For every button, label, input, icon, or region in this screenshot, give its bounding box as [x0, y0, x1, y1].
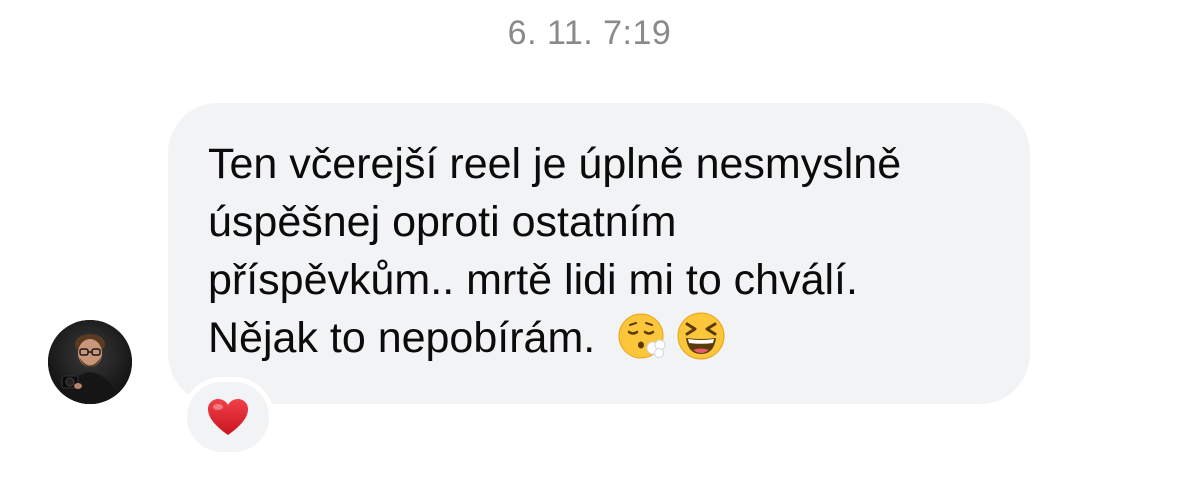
message-line-3: příspěvkům.. mrtě lidi mi to chválí.: [208, 256, 858, 304]
grinning-squinting-face-emoji: [675, 310, 727, 362]
red-heart-emoji-icon: [208, 399, 248, 435]
sender-avatar[interactable]: [48, 320, 132, 404]
message-line-2: úspěšnej oproti ostatním: [208, 198, 677, 246]
profile-photo-icon: [48, 320, 132, 404]
message-line-4-text: Nějak to nepobírám.: [208, 314, 596, 362]
message-bubble[interactable]: Ten včerejší reel je úplně nesmyslně úsp…: [168, 103, 1030, 404]
message-line-4: Nějak to nepobírám.: [208, 309, 990, 367]
face-exhaling-emoji: [617, 310, 669, 362]
message-line-1: Ten včerejší reel je úplně nesmyslně: [208, 140, 902, 188]
heart-reaction[interactable]: [182, 377, 274, 457]
message-timestamp: 6. 11. 7:19: [507, 14, 672, 52]
